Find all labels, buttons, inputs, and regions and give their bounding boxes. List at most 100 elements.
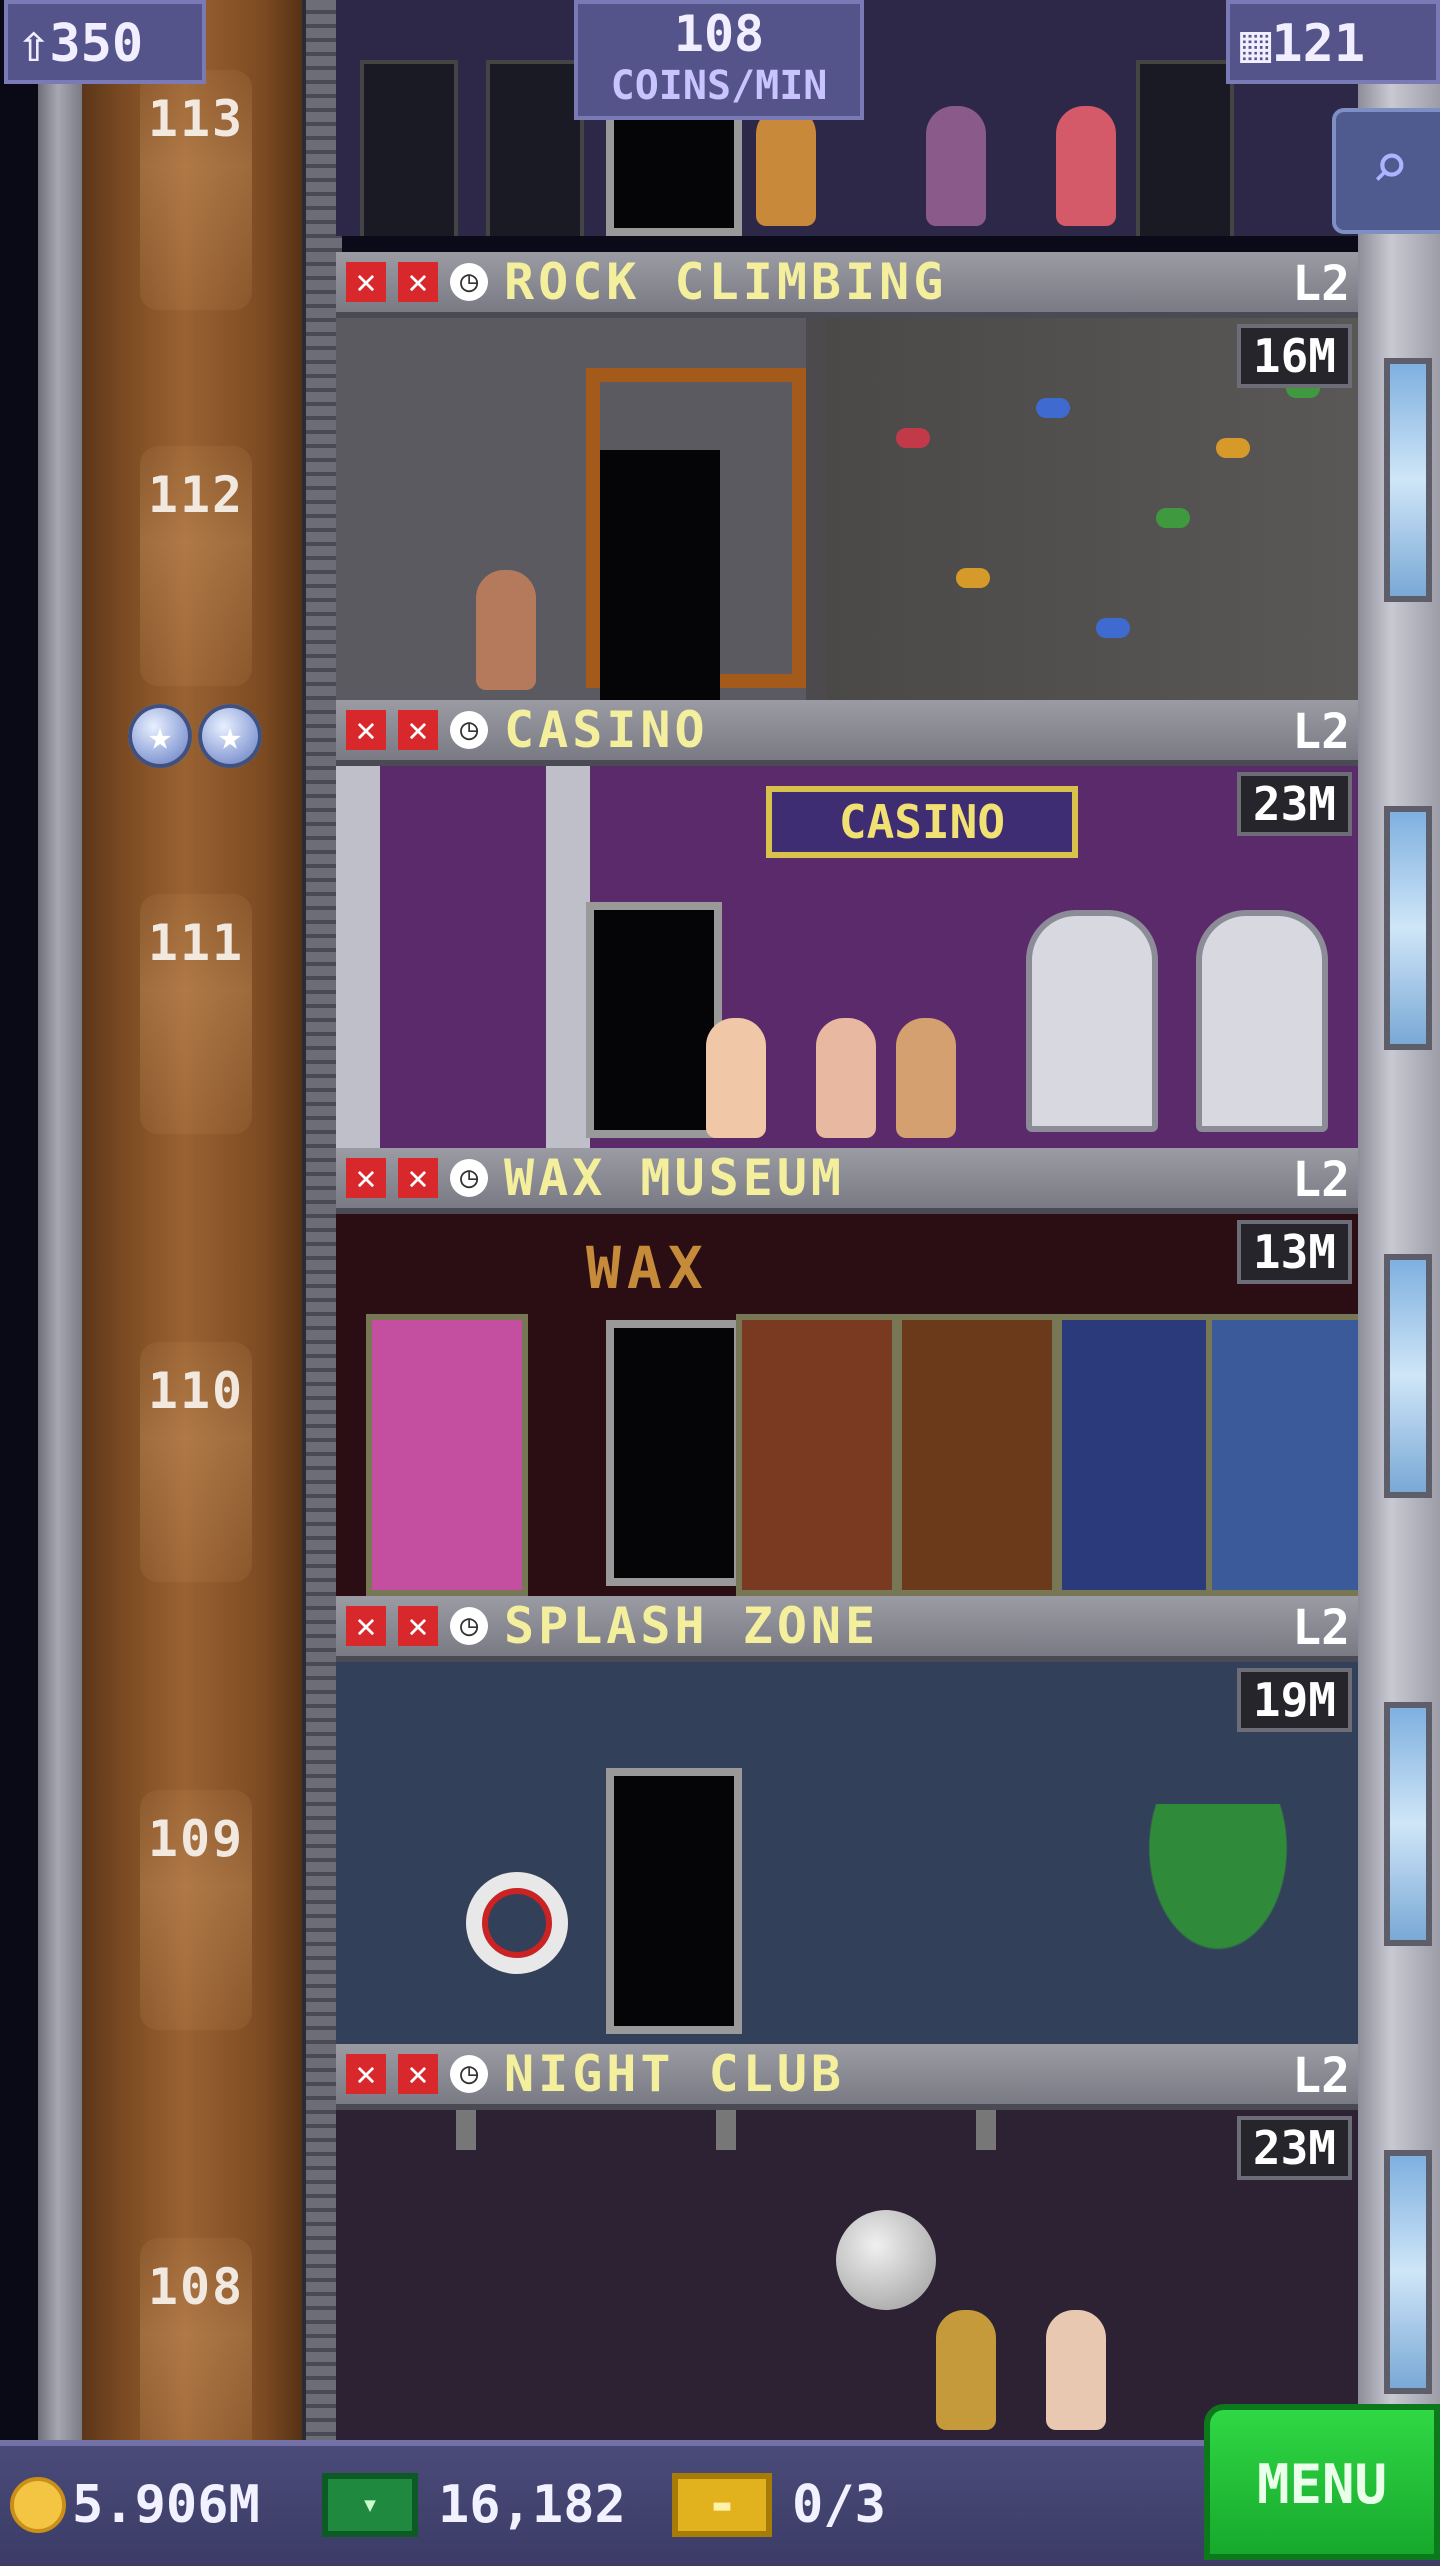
star-icon: ★ [198,704,262,768]
population-value: 350 [49,14,144,74]
bitizen [1046,2310,1106,2430]
floor-name: SPLASH ZONE [504,1597,880,1655]
bitizen [936,2310,996,2430]
coins-per-min-panel[interactable]: 108 COINS/MIN [574,0,864,120]
coins-per-min-value: 108 [673,5,765,63]
floor-night-club[interactable]: ✕ ✕ ◷ NIGHT CLUB L2 23M [336,2044,1358,2440]
out-of-stock-x-icon: ✕ [346,1158,386,1198]
floor-casino[interactable]: ✕ ✕ ◷ CASINO L2 CASINO 23M [336,700,1358,1148]
clock-icon: ◷ [450,263,488,301]
coin-icon [10,2477,66,2533]
bitizen [706,1018,766,1138]
ticket-icon: ▬ [672,2473,772,2537]
bitizen [896,1018,956,1138]
out-of-stock-x-icon: ✕ [346,2054,386,2094]
bitizen [476,570,536,690]
bitizen [816,1018,876,1138]
floor-rock-climbing[interactable]: ✕ ✕ ◷ ROCK CLIMBING L2 16M [336,252,1358,700]
building-icon: ▦ [1240,14,1272,74]
floor-number: 110 [140,1342,252,1582]
floor-interior: WAX 13M [336,1214,1358,1596]
out-of-stock-x-icon: ✕ [398,1158,438,1198]
floor-level: L2 [1292,704,1350,760]
exhibit-booth [896,1314,1058,1596]
bitizen [1056,106,1116,226]
arcade-machine [1136,60,1234,236]
price-tag: 23M [1236,772,1352,836]
exhibit-booth [1056,1314,1218,1596]
vip-stars: ★ ★ [128,704,262,768]
tickets-value: 0/3 [792,2475,886,2535]
bitizen [926,106,986,226]
tickets-stat[interactable]: ▬ 0/3 [672,2470,886,2540]
disco-ball [836,2210,936,2310]
floor-splash-zone[interactable]: ✕ ✕ ◷ SPLASH ZONE L2 19M [336,1596,1358,2044]
window [1384,2150,1432,2394]
window [1384,1702,1432,1946]
price-tag: 13M [1236,1220,1352,1284]
floor-level: L2 [1292,1152,1350,1208]
floor-number: 111 [140,894,252,1134]
clock-icon: ◷ [450,1607,488,1645]
coins-per-min-label: COINS/MIN [610,63,828,109]
search-button[interactable]: ⌕ [1332,108,1440,234]
floor-header: ✕ ✕ ◷ NIGHT CLUB L2 [336,2044,1358,2110]
floor-level: L2 [1292,256,1350,312]
exhibit-booth [1206,1314,1358,1596]
door [606,1768,742,2034]
floor-header: ✕ ✕ ◷ WAX MUSEUM L2 [336,1148,1358,1214]
floor-number: 109 [140,1790,252,2030]
wax-sign: WAX [586,1234,709,1302]
bux-icon: ▾ [322,2473,418,2537]
bitizen [756,106,816,226]
floor-header: ✕ ✕ ◷ CASINO L2 [336,700,1358,766]
exhibit-booth [736,1314,898,1596]
out-of-stock-x-icon: ✕ [346,710,386,750]
floor-wax-museum[interactable]: ✕ ✕ ◷ WAX MUSEUM L2 WAX 13M [336,1148,1358,1596]
arcade-machine [486,60,584,236]
stories-value: 121 [1271,14,1366,74]
door [600,450,720,700]
exhibit-booth [366,1314,528,1596]
floor-interior: CASINO 23M [336,766,1358,1148]
coins-stat[interactable]: 5.906M [10,2470,260,2540]
price-tag: 16M [1236,324,1352,388]
floor-level: L2 [1292,2048,1350,2104]
door [606,1320,742,1586]
floor-header: ✕ ✕ ◷ ROCK CLIMBING L2 [336,252,1358,318]
floor-name: CASINO [504,701,709,759]
floor-interior: 19M [336,1662,1358,2044]
floor-name: NIGHT CLUB [504,2045,846,2103]
out-of-stock-x-icon: ✕ [398,2054,438,2094]
door [586,902,722,1138]
floor-number: 113 [140,70,252,310]
menu-button[interactable]: MENU [1204,2404,1440,2560]
clock-icon: ◷ [450,711,488,749]
magnifier-icon: ⌕ [1370,130,1410,204]
palm-tree [1098,1804,1338,2024]
out-of-stock-x-icon: ✕ [346,1606,386,1646]
bux-stat[interactable]: ▾ 16,182 [322,2470,626,2540]
price-tag: 23M [1236,2116,1352,2180]
population-counter[interactable]: ⇧350 [4,0,206,84]
window [1384,806,1432,1050]
slot-machine [1196,910,1328,1132]
arcade-machine [360,60,458,236]
stories-counter[interactable]: ▦121 [1226,0,1440,84]
elevator-rail [38,0,82,2440]
star-icon: ★ [128,704,192,768]
floor-name: ROCK CLIMBING [504,253,948,311]
price-tag: 19M [1236,1668,1352,1732]
casino-sign: CASINO [766,786,1078,858]
space-background [0,0,40,2560]
elevator-shaft[interactable] [82,0,310,2440]
out-of-stock-x-icon: ✕ [398,262,438,302]
floor-name: WAX MUSEUM [504,1149,846,1207]
slot-machine [1026,910,1158,1132]
window [1384,1254,1432,1498]
floor-level: L2 [1292,1600,1350,1656]
floor-number: 112 [140,446,252,686]
out-of-stock-x-icon: ✕ [398,1606,438,1646]
person-icon: ⇧ [18,14,50,74]
life-ring [466,1872,568,1974]
